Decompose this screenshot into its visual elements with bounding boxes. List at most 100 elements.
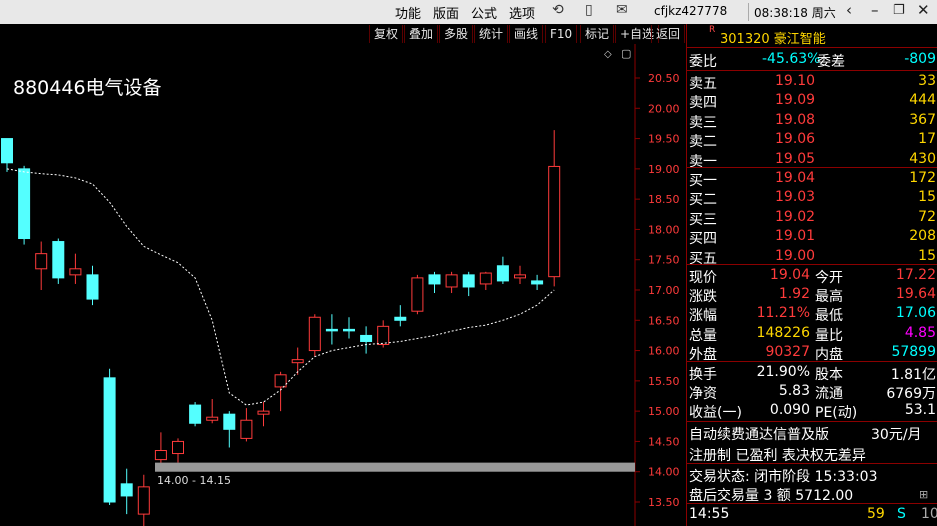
y-tick-label: 17.00 bbox=[648, 284, 680, 297]
ad-row[interactable]: 自动续费通达信普及版 30元/月 bbox=[687, 423, 937, 444]
divider bbox=[687, 70, 937, 71]
sell-row[interactable]: 卖二 19.06 17 bbox=[687, 130, 937, 150]
f10-button[interactable]: F10 bbox=[545, 25, 578, 43]
box-icon: ▢ bbox=[621, 47, 631, 60]
registration-row: 注册制 已盈利 表决权无差异 bbox=[687, 444, 937, 464]
order-price: 19.10 bbox=[775, 73, 816, 89]
after-hours-volume: 盘后交易量 3 额 5712.00 bbox=[689, 488, 854, 504]
multi-stock-button[interactable]: 多股 bbox=[439, 25, 474, 43]
menu-options[interactable]: 选项 bbox=[509, 3, 535, 22]
phone-icon[interactable]: ▯ bbox=[585, 2, 593, 18]
candle-body bbox=[86, 274, 99, 300]
divider bbox=[687, 167, 937, 168]
restore-icon[interactable]: ❐ bbox=[893, 3, 905, 18]
candle-body bbox=[462, 274, 475, 288]
buy-row[interactable]: 买三 19.02 72 bbox=[687, 208, 937, 228]
mark-button[interactable]: 标记 bbox=[580, 25, 615, 43]
stat-label: 换手 bbox=[689, 367, 717, 383]
stat-value: 19.04 bbox=[769, 267, 810, 283]
overlay-button[interactable]: 叠加 bbox=[404, 25, 439, 43]
quote-panel: R 301320 豪江智能 委比 -45.63% 委差 -809 卖五 19.1… bbox=[686, 24, 937, 526]
candle-body bbox=[240, 419, 253, 439]
stat-label: 股本 bbox=[815, 367, 843, 383]
menu-formula[interactable]: 公式 bbox=[471, 3, 497, 22]
registration-text: 注册制 已盈利 表决权无差异 bbox=[689, 448, 866, 464]
sell-row[interactable]: 卖五 19.10 33 bbox=[687, 72, 937, 92]
menu-function[interactable]: 功能 bbox=[395, 3, 421, 22]
stat-label: 涨跌 bbox=[689, 289, 717, 306]
range-label: 14.00 - 14.15 bbox=[157, 474, 231, 487]
trade-status: 交易状态: 闭市阶段 15:33:03 bbox=[689, 469, 878, 485]
order-volume: 33 bbox=[918, 73, 936, 89]
candle-body bbox=[514, 274, 526, 279]
order-level-label: 买二 bbox=[689, 192, 717, 209]
stat-value: 17.22 bbox=[895, 267, 936, 283]
buy-row[interactable]: 买一 19.04 172 bbox=[687, 169, 937, 189]
sell-row[interactable]: 卖一 19.05 430 bbox=[687, 150, 937, 170]
expand-icon[interactable]: ⊞ bbox=[919, 488, 928, 501]
chart-toolbar: 复权 叠加 多股 统计 画线 F10 标记 +自选 返回 bbox=[0, 24, 686, 44]
ad-price[interactable]: 30元/月 bbox=[871, 424, 922, 444]
order-level-label: 卖三 bbox=[689, 114, 717, 131]
stat-row: 外盘 90327 内盘 57899 bbox=[687, 343, 937, 363]
divider bbox=[687, 503, 937, 504]
stat-value: 19.64 bbox=[895, 286, 936, 303]
candle-body bbox=[291, 359, 304, 364]
stat-value: 148226 bbox=[756, 324, 810, 341]
sell-row[interactable]: 卖四 19.09 444 bbox=[687, 91, 937, 111]
back-button[interactable]: 返回 bbox=[651, 25, 686, 43]
candle-body bbox=[18, 168, 31, 240]
y-tick-label: 20.50 bbox=[648, 72, 680, 85]
ad-text[interactable]: 自动续费通达信普及版 bbox=[689, 424, 829, 444]
y-tick-label: 18.00 bbox=[648, 223, 680, 236]
refresh-icon[interactable]: ⟲ bbox=[552, 2, 564, 18]
stat-label: PE(动) bbox=[815, 405, 858, 422]
stat-label: 量比 bbox=[815, 327, 843, 344]
buy-row[interactable]: 买二 19.03 15 bbox=[687, 188, 937, 209]
candle-body bbox=[1, 138, 13, 164]
close-icon[interactable]: ✕ bbox=[917, 1, 930, 19]
diamond-icon: ◇ bbox=[604, 49, 612, 60]
statistics-button[interactable]: 统计 bbox=[474, 25, 509, 43]
order-level-label: 卖五 bbox=[689, 76, 717, 92]
candle-body bbox=[531, 280, 544, 285]
candle-body bbox=[496, 265, 509, 282]
order-level-label: 买三 bbox=[689, 211, 717, 228]
candle-body bbox=[206, 416, 219, 421]
order-volume: 367 bbox=[909, 111, 936, 128]
minimize-icon[interactable]: – bbox=[871, 1, 879, 19]
y-tick-label: 19.50 bbox=[648, 133, 680, 146]
candle-body bbox=[120, 483, 133, 497]
sell-row[interactable]: 卖三 19.08 367 bbox=[687, 111, 937, 131]
buy-row[interactable]: 买四 19.01 208 bbox=[687, 227, 937, 247]
order-price: 19.04 bbox=[775, 170, 816, 186]
order-volume: 208 bbox=[909, 228, 936, 245]
draw-line-button[interactable]: 画线 bbox=[509, 25, 544, 43]
y-tick-label: 13.50 bbox=[648, 496, 680, 509]
candle-body bbox=[257, 410, 270, 415]
back-icon[interactable]: ‹ bbox=[846, 1, 852, 19]
y-tick-label: 17.50 bbox=[648, 254, 680, 267]
stat-value: 53.1 bbox=[904, 402, 936, 419]
candle-body bbox=[377, 325, 390, 346]
stat-label: 流通 bbox=[815, 386, 843, 403]
y-tick-label: 20.00 bbox=[648, 102, 680, 115]
trade-status-row: 交易状态: 闭市阶段 15:33:03 bbox=[687, 465, 937, 485]
tick-number: 10 bbox=[921, 506, 937, 522]
candle-body bbox=[274, 374, 287, 388]
candle-body bbox=[360, 334, 373, 342]
order-price: 19.08 bbox=[775, 111, 816, 128]
stat-row: 总量 148226 量比 4.85 bbox=[687, 324, 937, 344]
candle-body bbox=[69, 268, 82, 276]
y-tick-label: 15.50 bbox=[648, 375, 680, 388]
restore-rights-button[interactable]: 复权 bbox=[369, 25, 404, 43]
candle-body bbox=[394, 316, 407, 321]
menu-layout[interactable]: 版面 bbox=[433, 3, 459, 22]
y-tick-label: 16.00 bbox=[648, 345, 680, 358]
price-axis: 20.50 20.00 19.50 19.00 18.50 18.00 17.50 17.00… bbox=[635, 72, 680, 509]
candle-body bbox=[223, 413, 236, 430]
stock-header: R 301320 豪江智能 bbox=[687, 24, 937, 47]
buy-row[interactable]: 买五 19.00 15 bbox=[687, 247, 937, 267]
candlestick-chart[interactable]: 20.50 20.00 19.50 19.00 18.50 18.00 17.50 17.00… bbox=[0, 44, 686, 526]
mail-icon[interactable]: ✉ bbox=[616, 2, 628, 18]
